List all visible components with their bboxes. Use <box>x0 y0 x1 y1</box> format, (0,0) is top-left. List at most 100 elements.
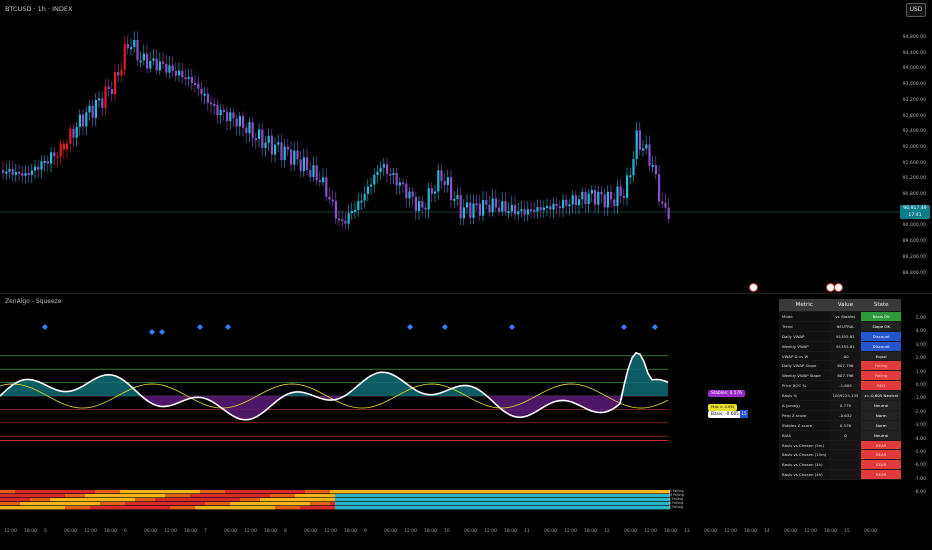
heat-cell <box>560 498 565 502</box>
candle <box>587 193 590 205</box>
time-tick: 12:00 <box>404 529 417 534</box>
candle <box>299 159 302 172</box>
candle <box>69 128 72 144</box>
candle <box>350 210 353 214</box>
signal-marker <box>225 324 231 330</box>
heat-cell <box>250 502 255 506</box>
time-tick: 12:00 <box>804 529 817 534</box>
candle <box>597 191 600 205</box>
table-row: Basis vs Chosen (5m) BEAR <box>779 440 901 451</box>
heat-cell <box>615 498 620 502</box>
heat-cell <box>475 498 480 502</box>
heat-cell <box>405 498 410 502</box>
heat-cell <box>660 502 665 506</box>
heat-cell <box>460 506 465 510</box>
candle <box>629 175 632 178</box>
heat-cell <box>0 498 5 502</box>
heat-cell <box>40 498 45 502</box>
heat-cell <box>250 494 255 498</box>
osc-tick: 3.00 <box>915 342 926 348</box>
price-tick: 93,600.00 <box>902 82 926 88</box>
heat-cell <box>340 506 345 510</box>
heat-cell <box>620 502 625 506</box>
candle <box>437 170 440 192</box>
heat-cell <box>600 494 605 498</box>
candle <box>181 70 184 78</box>
candle <box>610 191 613 200</box>
heat-cell <box>440 498 445 502</box>
heat-cell <box>415 490 420 494</box>
heat-cell <box>535 494 540 498</box>
heat-cell <box>40 494 45 498</box>
heat-cell <box>635 498 640 502</box>
osc-tick: 5.00 <box>915 316 926 321</box>
heat-cell <box>595 506 600 510</box>
heat-cell <box>25 494 30 498</box>
candle <box>635 130 638 159</box>
candle <box>514 204 517 215</box>
candle <box>616 186 619 207</box>
candle <box>430 188 433 194</box>
candle <box>440 170 443 181</box>
heat-cell <box>150 490 155 494</box>
candle <box>642 148 645 151</box>
candle <box>274 144 277 155</box>
heat-cell <box>175 498 180 502</box>
heat-cell <box>145 494 150 498</box>
heat-cell <box>165 506 170 510</box>
time-tick: 12:00 <box>484 529 497 534</box>
heat-cell <box>260 502 265 506</box>
heat-cell <box>470 506 475 510</box>
heat-cell <box>565 506 570 510</box>
candle <box>584 191 587 205</box>
heat-cell <box>115 494 120 498</box>
time-tick: 06:00 <box>624 529 637 534</box>
heat-cell <box>475 490 480 494</box>
candle <box>229 112 232 122</box>
heat-cell <box>20 498 25 502</box>
price-chart[interactable] <box>0 0 900 293</box>
candle <box>302 157 305 172</box>
price-axis[interactable]: 94,800.00 94,400.00 94,000.00 93,600.00 93,2… <box>898 0 932 293</box>
heat-cell <box>595 498 600 502</box>
table-cell-metric: Daily VWAP <box>779 331 830 342</box>
candle <box>565 199 568 206</box>
time-tick: 5 <box>44 529 47 534</box>
heat-cell <box>630 498 635 502</box>
candle <box>434 191 437 194</box>
basis-marker: 15 <box>740 410 748 418</box>
time-axis[interactable]: 12:00 18:00 5 06:00 12:00 18:00 6 06:00 12:00 18:… <box>0 527 900 539</box>
candle <box>411 191 414 197</box>
heat-cell <box>415 502 420 506</box>
candle <box>114 72 117 95</box>
heat-cell <box>520 494 525 498</box>
heat-cell <box>15 490 20 494</box>
heat-cell <box>25 498 30 502</box>
squeeze-oscillator[interactable] <box>0 294 900 524</box>
heat-cell <box>295 494 300 498</box>
candle <box>18 171 21 174</box>
candle <box>168 65 171 73</box>
event-flag-icon[interactable] <box>749 283 758 292</box>
heat-cell <box>555 498 560 502</box>
table-cell-state: Discount <box>861 341 901 352</box>
heat-cell <box>610 502 615 506</box>
event-flag-icon[interactable] <box>834 283 843 292</box>
heat-cell <box>425 494 430 498</box>
heat-cell <box>490 494 495 498</box>
candle <box>664 202 667 208</box>
heat-cell <box>345 506 350 510</box>
candle <box>216 104 219 116</box>
time-tick: 06:00 <box>704 529 717 534</box>
heat-cell <box>295 506 300 510</box>
heat-cell <box>265 506 270 510</box>
oscillator-axis[interactable]: 5.00 4.00 3.00 2.00 1.00 0.00 -1.00 -2.00 -3.00 -… <box>898 294 932 524</box>
candle <box>318 180 321 183</box>
time-tick: 12:00 <box>724 529 737 534</box>
heat-cell <box>160 498 165 502</box>
heat-cell <box>420 506 425 510</box>
heat-cell <box>265 490 270 494</box>
heat-cell <box>450 494 455 498</box>
candle <box>248 122 251 134</box>
candle <box>549 206 552 210</box>
